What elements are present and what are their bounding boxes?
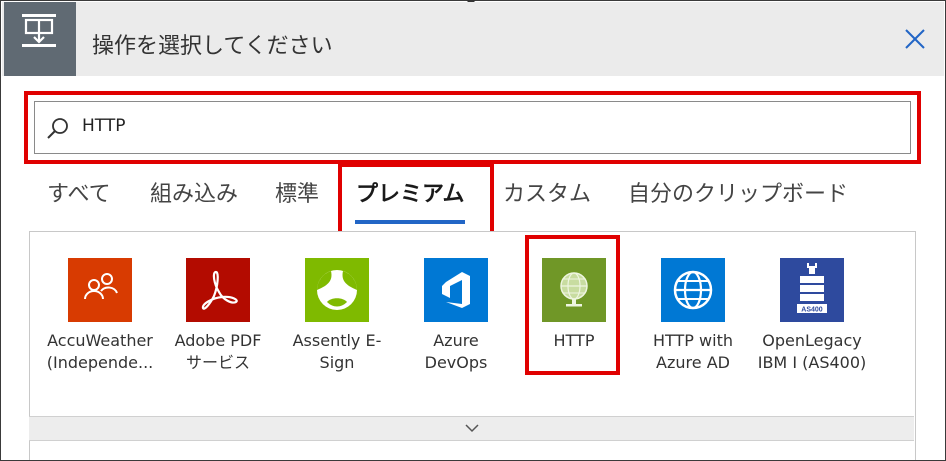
search-highlight xyxy=(24,91,921,164)
connector-assently[interactable]: Assently E- Sign xyxy=(277,258,397,374)
connector-label-line2: DevOps xyxy=(424,353,488,372)
connector-label-line1: Adobe PDF xyxy=(174,331,262,350)
connector-label-line1: Assently E- xyxy=(292,331,382,350)
connector-label-line1: AccuWeather xyxy=(47,331,153,350)
tab-all[interactable]: すべて xyxy=(47,176,111,208)
connector-azure-devops[interactable]: Azure DevOps xyxy=(396,258,516,374)
as400-badge: AS400 xyxy=(801,307,823,314)
http-connector-highlight xyxy=(525,235,620,375)
chevron-down-icon xyxy=(465,424,479,433)
adobe-pdf-icon xyxy=(186,258,250,322)
connector-label-line1: OpenLegacy xyxy=(762,331,862,350)
connector-label-line2: Azure AD xyxy=(656,353,730,372)
search-input[interactable] xyxy=(80,108,784,144)
tab-builtin[interactable]: 組み込み xyxy=(150,176,238,208)
tab-standard[interactable]: 標準 xyxy=(275,176,319,208)
tab-custom[interactable]: カスタム xyxy=(503,176,591,208)
connector-label-line1: Azure xyxy=(433,331,479,350)
dialog-title: 操作を選択してください xyxy=(92,34,333,59)
search-icon xyxy=(45,116,71,146)
connector-adobe-pdf[interactable]: Adobe PDF サービス xyxy=(158,258,278,374)
close-icon[interactable] xyxy=(902,26,928,52)
connector-label-line1: HTTP with xyxy=(653,331,733,350)
connector-label-line2: サービス xyxy=(185,353,250,372)
search-box[interactable] xyxy=(34,101,911,154)
azure-devops-icon xyxy=(424,258,488,322)
action-icon xyxy=(4,2,76,76)
server-icon: AS400 xyxy=(780,258,844,322)
connector-openlegacy[interactable]: AS400 OpenLegacy IBM I (AS400) xyxy=(752,258,872,374)
tab-my-clipboard[interactable]: 自分のクリップボード xyxy=(628,176,848,208)
assently-icon xyxy=(305,258,369,322)
connector-label-line2: Sign xyxy=(319,353,355,372)
connector-label-line2: IBM I (AS400) xyxy=(757,353,867,372)
connector-http-azure-ad[interactable]: HTTP with Azure AD xyxy=(633,258,753,374)
globe-icon xyxy=(661,258,725,322)
expand-more-button[interactable] xyxy=(29,416,914,441)
connector-label-line2: (Independe... xyxy=(46,353,154,372)
tab-highlight xyxy=(338,163,494,235)
dialog-header: 操作を選択してください xyxy=(2,2,944,76)
accuweather-icon xyxy=(68,258,132,322)
connector-accuweather[interactable]: AccuWeather (Independe... xyxy=(40,258,160,374)
